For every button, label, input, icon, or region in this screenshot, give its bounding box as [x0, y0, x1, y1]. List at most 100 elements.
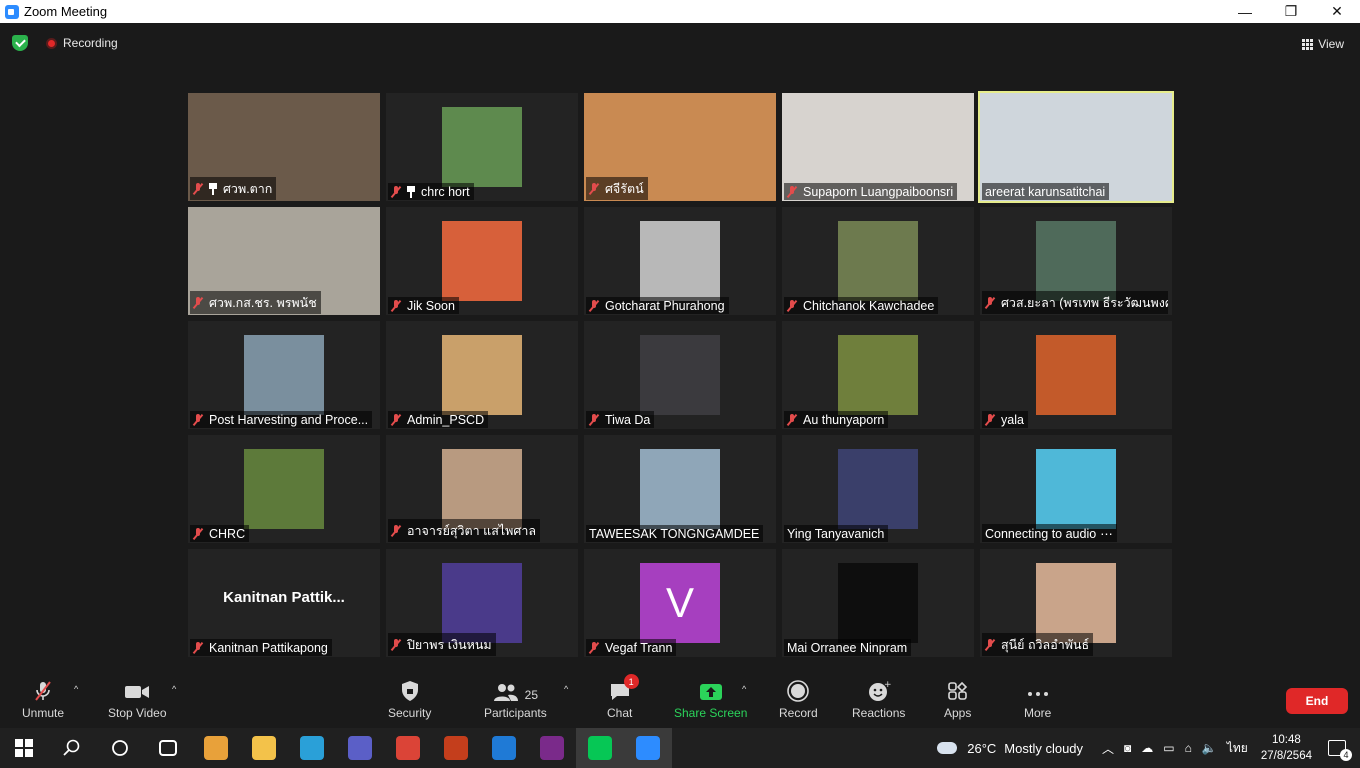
participant-tile[interactable]: Supaporn Luangpaiboonsri [782, 93, 974, 201]
edge-icon [300, 736, 324, 760]
participant-profile-picture [442, 563, 522, 643]
shield-icon[interactable] [12, 35, 28, 51]
taskbar-app-pdf-app[interactable] [528, 728, 576, 768]
taskbar-app-teams[interactable] [336, 728, 384, 768]
participant-name: Post Harvesting and Proce... [209, 413, 369, 427]
maximize-button[interactable]: ❐ [1268, 0, 1314, 23]
participant-tile[interactable]: Chitchanok Kawchadee [782, 207, 974, 315]
participant-nameplate: chrc hort [388, 183, 474, 200]
participant-tile[interactable]: ศวพ.ตาก [188, 93, 380, 201]
volume-icon[interactable]: 🔈 [1202, 741, 1217, 755]
participant-tile[interactable]: areerat karunsatitchai [978, 91, 1174, 203]
participant-nameplate: Tiwa Da [586, 411, 655, 428]
chat-button[interactable]: 1 Chat [607, 674, 639, 720]
participant-nameplate: ปิยาพร เงินหนม [388, 633, 496, 656]
display-icon[interactable]: ▭ [1163, 741, 1174, 755]
participant-profile-picture [838, 449, 918, 529]
participant-profile-picture [640, 449, 720, 529]
security-button[interactable]: Security [388, 680, 431, 720]
more-label: More [1024, 706, 1052, 720]
taskbar-app-chrome[interactable] [384, 728, 432, 768]
end-meeting-button[interactable]: End [1286, 688, 1348, 714]
chat-unread-badge: 1 [623, 674, 639, 689]
microphone-muted-icon [589, 414, 599, 426]
taskbar-app-media-player[interactable] [480, 728, 528, 768]
stop-video-button[interactable]: Stop Video [108, 680, 167, 720]
microphone-muted-icon [589, 300, 599, 312]
record-label: Record [779, 706, 818, 720]
taskbar-app-task-view[interactable] [144, 728, 192, 768]
participant-tile[interactable]: Kanitnan Pattik... Kanitnan Pattikapong [188, 549, 380, 657]
participant-tile[interactable]: Ying Tanyavanich [782, 435, 974, 543]
grid-icon [1302, 38, 1314, 50]
participant-tile[interactable]: Jik Soon [386, 207, 578, 315]
security-shield-icon [401, 681, 418, 701]
participant-tile[interactable]: ปิยาพร เงินหนม [386, 549, 578, 657]
security-label: Security [388, 706, 432, 720]
more-button[interactable]: More [1024, 680, 1051, 720]
taskbar-app-file-explorer[interactable] [240, 728, 288, 768]
view-button[interactable]: View [1296, 33, 1350, 55]
participant-name: Mai Orranee Ninpram [787, 641, 908, 655]
participant-tile[interactable]: CHRC [188, 435, 380, 543]
input-language[interactable]: ไทย [1227, 739, 1248, 758]
participant-tile[interactable]: V Vegaf Trann [584, 549, 776, 657]
share-screen-icon [699, 684, 722, 700]
zoom-app-icon [5, 4, 19, 19]
weather-condition: Mostly cloudy [1004, 740, 1084, 756]
search-button[interactable] [48, 728, 96, 768]
participant-tile[interactable]: Connecting to audio ⋯ [980, 435, 1172, 543]
recording-dot-icon [46, 37, 57, 49]
taskbar-app-edge[interactable] [288, 728, 336, 768]
participant-tile[interactable]: Au thunyaporn [782, 321, 974, 429]
recording-indicator[interactable]: Recording [46, 36, 118, 50]
video-options-caret[interactable]: ^ [172, 684, 176, 694]
taskbar-app-zoom[interactable] [624, 728, 672, 768]
participants-button[interactable]: 25 Participants [484, 680, 547, 720]
participant-tile[interactable]: TAWEESAK TONGNGAMDEE [584, 435, 776, 543]
audio-options-caret[interactable]: ^ [74, 684, 78, 694]
pin-icon [407, 186, 415, 198]
participant-name: อาจารย์สุวิตา แสไพศาล [407, 524, 536, 538]
record-button[interactable]: Record [779, 680, 818, 720]
cortana-button[interactable] [96, 728, 144, 768]
participant-tile[interactable]: สุนีย์ ถวิลอำพันธ์ [980, 549, 1172, 657]
participant-tile[interactable]: Gotcharat Phurahong [584, 207, 776, 315]
meeting-status: Recording [12, 35, 118, 51]
cloud-sync-icon[interactable]: ☁ [1141, 741, 1153, 755]
start-button[interactable] [0, 728, 48, 768]
notification-center-icon[interactable]: 4 [1328, 740, 1352, 761]
participant-tile[interactable]: ศวพ.กส.ชร. พรพนัช [188, 207, 380, 315]
taskbar-app-store[interactable] [192, 728, 240, 768]
webcam-icon[interactable]: ◙ [1124, 741, 1131, 755]
participant-tile[interactable]: yala [980, 321, 1172, 429]
taskbar-app-line[interactable] [576, 728, 624, 768]
participant-tile[interactable]: ศจีรัตน์ [584, 93, 776, 201]
participant-tile[interactable]: Tiwa Da [584, 321, 776, 429]
microphone-muted-icon [193, 297, 203, 309]
participants-count: 25 [524, 688, 539, 702]
apps-button[interactable]: Apps [944, 680, 971, 720]
network-icon[interactable]: ⌂ [1185, 741, 1192, 755]
unmute-button[interactable]: Unmute [22, 680, 64, 720]
participant-tile[interactable]: Mai Orranee Ninpram [782, 549, 974, 657]
reactions-button[interactable]: + Reactions [852, 680, 905, 720]
minimize-button[interactable]: — [1222, 0, 1268, 23]
weather-widget[interactable]: 26°C Mostly cloudy [937, 737, 1084, 756]
clock[interactable]: 10:48 27/8/2564 [1261, 732, 1312, 764]
stop-video-label: Stop Video [108, 706, 167, 720]
participant-nameplate: ศวพ.กส.ชร. พรพนัช [190, 291, 321, 314]
close-button[interactable]: ✕ [1314, 0, 1360, 23]
participant-tile[interactable]: Admin_PSCD [386, 321, 578, 429]
chevron-up-icon[interactable]: ︿ [1102, 740, 1114, 757]
participant-tile[interactable]: Post Harvesting and Proce... [188, 321, 380, 429]
participants-options-caret[interactable]: ^ [564, 684, 568, 694]
participant-profile-picture [1036, 221, 1116, 301]
participant-tile[interactable]: ศวส.ยะลา (พรเทพ ธีระวัฒนพงศ์) [980, 207, 1172, 315]
participant-tile[interactable]: chrc hort [386, 93, 578, 201]
share-options-caret[interactable]: ^ [742, 684, 746, 694]
share-screen-button[interactable]: Share Screen [674, 680, 747, 720]
taskbar-app-powerpoint[interactable] [432, 728, 480, 768]
participant-tile[interactable]: อาจารย์สุวิตา แสไพศาล [386, 435, 578, 543]
participant-nameplate: ศวส.ยะลา (พรเทพ ธีระวัฒนพงศ์) [982, 291, 1168, 314]
